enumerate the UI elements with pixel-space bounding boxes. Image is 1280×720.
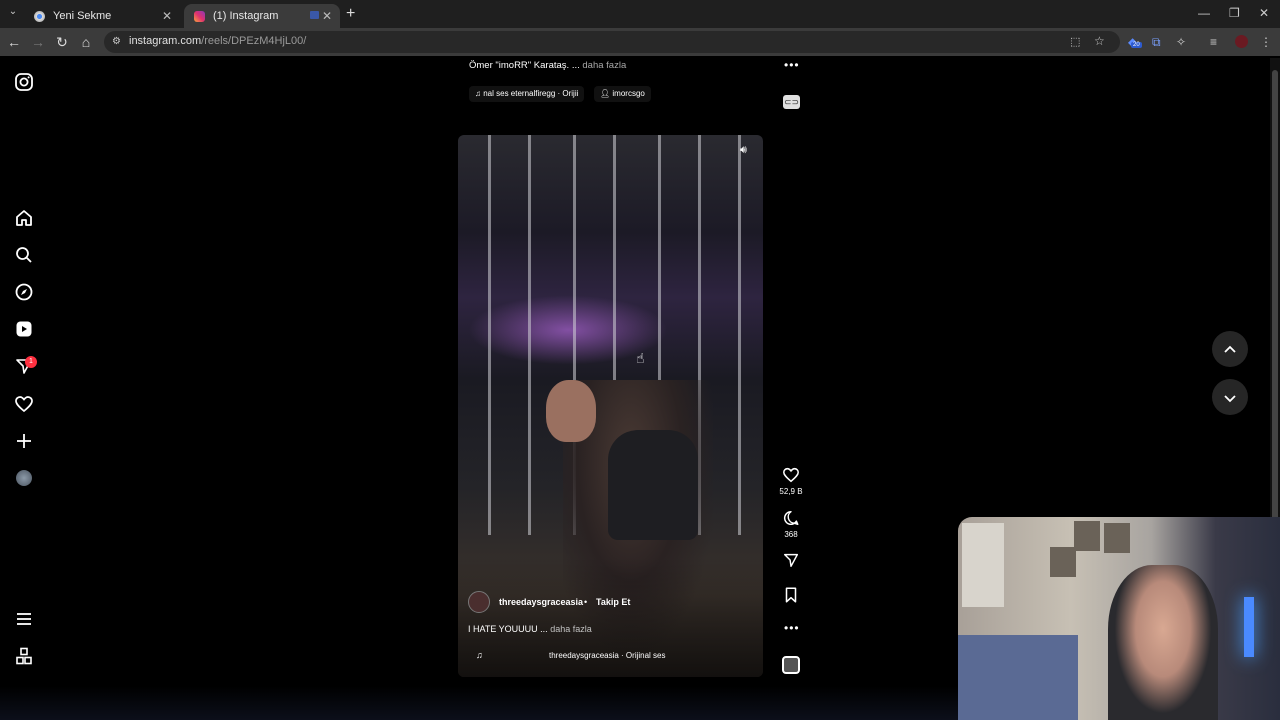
next-reel-button[interactable]: [1212, 379, 1248, 415]
meta-apps-icon[interactable]: [14, 646, 34, 666]
notification-badge: 1: [25, 356, 37, 368]
address-bar[interactable]: ⚙ instagram.com/reels/DPEzM4HjL00/ ⬚ ☆: [104, 31, 1120, 53]
reel-caption: I HATE YOUUUU ... daha fazla: [468, 624, 592, 634]
url-path: /reels/DPEzM4HjL00/: [201, 35, 307, 47]
extensions-puzzle-icon[interactable]: ✧: [1176, 35, 1186, 49]
search-icon[interactable]: [14, 245, 34, 265]
chrome-icon: [34, 10, 45, 22]
reels-icon[interactable]: [14, 319, 34, 339]
like-heart-icon[interactable]: [782, 466, 800, 484]
stage-truss: [738, 135, 741, 535]
share-icon[interactable]: [782, 551, 800, 569]
follow-button[interactable]: Takip Et: [596, 597, 630, 607]
reel-audio-link[interactable]: threedaysgraceasia · Orijinal ses: [549, 651, 666, 660]
tab-search-button[interactable]: ⌄: [6, 6, 20, 20]
tab-label: Yeni Sekme: [53, 10, 112, 22]
previous-more-link[interactable]: daha fazla: [582, 60, 626, 71]
previous-user-text: imorcsgo: [612, 89, 645, 98]
more-options-icon[interactable]: •••: [784, 621, 800, 635]
chevron-up-icon: [1224, 346, 1236, 353]
performer-shirt: [608, 430, 698, 540]
author-avatar[interactable]: [468, 591, 490, 613]
previous-more-options-icon[interactable]: •••: [784, 58, 800, 72]
tab-new-tab[interactable]: Yeni Sekme ✕: [24, 4, 180, 28]
url-text[interactable]: instagram.com/reels/DPEzM4HjL00/: [129, 35, 306, 47]
previous-caption-text: Ömer "imoRR" Karataş. ...: [469, 60, 580, 71]
stage-truss: [488, 135, 491, 535]
forward-button[interactable]: →: [30, 34, 46, 50]
new-tab-button[interactable]: +: [346, 5, 355, 23]
reel-caption-text: I HATE YOUUUU ...: [468, 624, 548, 634]
home-button[interactable]: ⌂: [78, 34, 94, 50]
create-plus-icon[interactable]: [14, 431, 34, 451]
menu-icon[interactable]: ⋮: [1260, 35, 1272, 49]
music-note-icon: ♫: [476, 650, 483, 660]
profile-avatar[interactable]: [1235, 35, 1248, 48]
reel-more-link[interactable]: daha fazla: [550, 624, 592, 634]
taskbar-strip: [0, 686, 958, 720]
instagram-logo-icon[interactable]: [14, 72, 34, 92]
audio-thumbnail[interactable]: [782, 656, 800, 674]
previous-post-caption: Ömer "imoRR" Karataş. ... daha fazla: [469, 60, 626, 71]
like-count: 52,9 B: [779, 487, 803, 496]
wall-poster: [1050, 547, 1076, 577]
user-icon: 👤︎: [600, 89, 613, 98]
home-icon[interactable]: [14, 208, 34, 228]
url-host: instagram.com: [129, 35, 202, 47]
instagram-icon: [194, 10, 205, 22]
tab-media-icon: [310, 11, 319, 19]
explore-compass-icon[interactable]: [14, 282, 34, 302]
author-name[interactable]: threedaysgraceasia: [499, 597, 583, 607]
previous-user-chip[interactable]: 👤︎ imorcsgo: [594, 86, 651, 102]
extension-badge: 20: [1131, 42, 1142, 48]
browser-toolbar: ← → ↻ ⌂ ⚙ instagram.com/reels/DPEzM4HjL0…: [0, 28, 1280, 56]
back-button[interactable]: ←: [6, 34, 22, 50]
chevron-down-icon: [1224, 395, 1236, 403]
previous-audio-chip[interactable]: ♫ nal ses eternalfiregg · Orijii: [469, 86, 585, 102]
minimize-button[interactable]: —: [1198, 6, 1210, 20]
previous-audio-text: nal ses eternalfiregg · Orijii: [483, 89, 579, 98]
streamer: [1108, 565, 1218, 720]
link-icon[interactable]: ⊂⊃: [783, 95, 800, 109]
profile-avatar-icon[interactable]: [16, 470, 32, 486]
reel-video[interactable]: [458, 135, 763, 677]
install-app-icon[interactable]: ⬚: [1070, 35, 1080, 48]
blue-lamp: [1244, 597, 1254, 657]
comment-icon[interactable]: [782, 509, 800, 527]
wall-poster: [1104, 523, 1130, 553]
restore-button[interactable]: ❐: [1229, 6, 1240, 20]
reload-button[interactable]: ↻: [54, 34, 70, 51]
wall-poster: [1074, 521, 1100, 551]
stage-truss: [528, 135, 531, 535]
site-info-icon[interactable]: ⚙: [112, 36, 124, 48]
performer-head: [546, 380, 596, 442]
separator-dot: •: [584, 597, 588, 607]
tab-label: (1) Instagram: [213, 10, 279, 22]
media-controls-icon[interactable]: ≡: [1210, 35, 1217, 49]
close-icon[interactable]: ✕: [322, 9, 332, 23]
mouse-cursor: ☝: [636, 350, 645, 366]
translate-icon[interactable]: ⧉: [1152, 35, 1161, 50]
volume-icon[interactable]: 🔊︎: [740, 144, 747, 157]
more-menu-icon[interactable]: [14, 609, 34, 629]
webcam-overlay: [958, 517, 1280, 720]
bookmark-star-icon[interactable]: ☆: [1094, 34, 1105, 48]
close-icon[interactable]: ✕: [162, 9, 172, 23]
close-window-button[interactable]: ✕: [1259, 6, 1269, 20]
bed: [958, 635, 1078, 720]
browser-tab-bar: ⌄ Yeni Sekme ✕ (1) Instagram ✕ + — ❐ ✕: [0, 0, 1280, 28]
music-note-icon: ♫: [475, 89, 484, 98]
save-bookmark-icon[interactable]: [782, 586, 800, 604]
notifications-heart-icon[interactable]: [14, 394, 34, 414]
tab-instagram[interactable]: (1) Instagram ✕: [184, 4, 340, 28]
wall-flag: [962, 523, 1004, 607]
comment-count: 368: [784, 530, 798, 539]
previous-reel-button[interactable]: [1212, 331, 1248, 367]
